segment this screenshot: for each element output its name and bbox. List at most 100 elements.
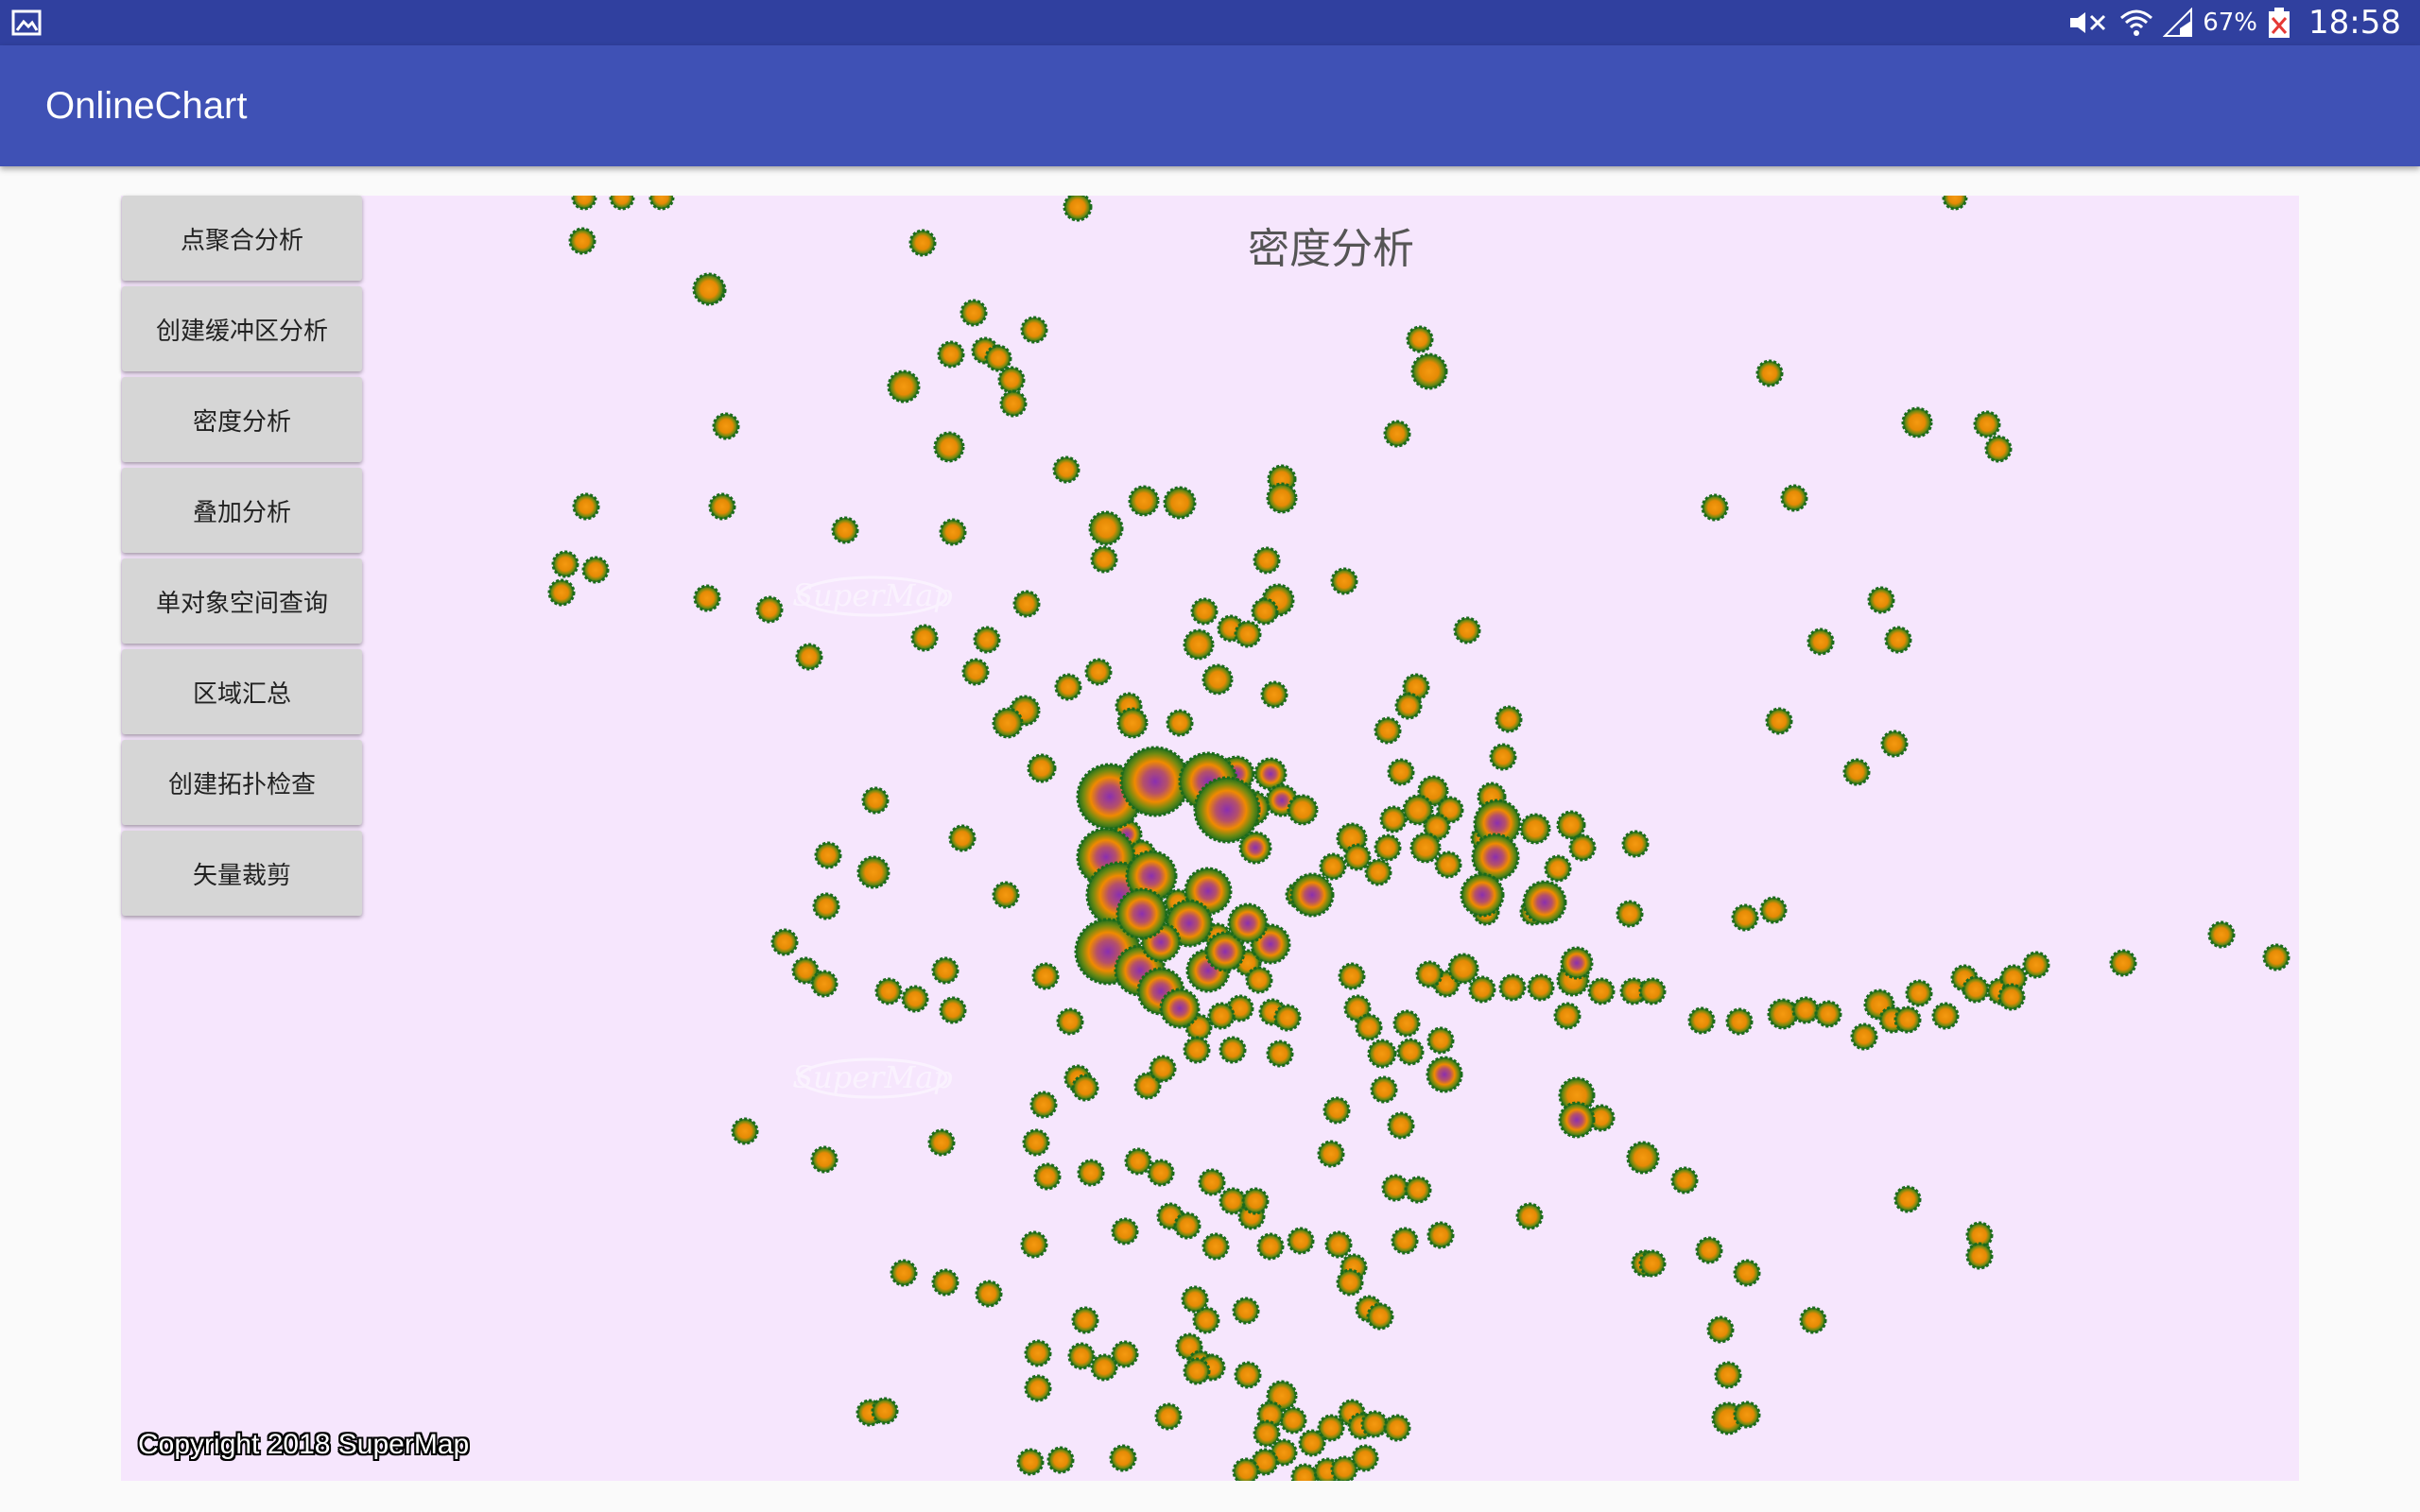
density-point [1558, 1101, 1596, 1139]
density-point [1733, 1259, 1761, 1287]
density-point [1759, 896, 1788, 924]
density-point [1409, 832, 1442, 864]
density-point [693, 584, 721, 612]
density-point [1336, 1268, 1364, 1297]
density-point [1850, 1022, 1878, 1051]
density-point [609, 196, 635, 211]
spatial-query-button[interactable]: 单对象空间查询 [122, 558, 362, 644]
app-title: OnlineChart [45, 85, 248, 127]
density-point [1251, 597, 1279, 626]
density-point [997, 366, 1026, 394]
wifi-icon [2119, 7, 2153, 39]
density-point [1905, 979, 1933, 1007]
density-point [1207, 1002, 1236, 1030]
vector-clip-button[interactable]: 矢量裁剪 [122, 831, 362, 916]
density-point [581, 556, 610, 584]
density-point [795, 643, 823, 671]
density-point [1495, 705, 1523, 733]
density-point [887, 369, 921, 404]
density-point [1383, 420, 1411, 448]
density-point [1842, 758, 1871, 786]
density-point [1183, 628, 1215, 661]
density-point [908, 229, 937, 257]
density-point [1731, 903, 1759, 932]
density-point [1338, 962, 1366, 990]
density-point [1374, 716, 1402, 745]
svg-text:SuperMap: SuperMap [792, 1059, 953, 1095]
topology-check-button[interactable]: 创建拓扑检查 [122, 740, 362, 825]
density-map[interactable]: SuperMap SuperMap 密度分析 Copyright 2018 Su… [121, 196, 2299, 1481]
battery-percent: 67% [2203, 9, 2258, 37]
density-point [1234, 620, 1262, 648]
supermap-watermark-1: SuperMap [792, 576, 953, 617]
density-point [1266, 482, 1298, 514]
density-point [1109, 1444, 1137, 1472]
density-point [1367, 1039, 1397, 1069]
density-point [1366, 1302, 1394, 1331]
density-point [1029, 1091, 1058, 1119]
density-point [1077, 1159, 1105, 1187]
density-point [1289, 872, 1335, 918]
area-summary-button[interactable]: 区域汇总 [122, 649, 362, 734]
density-point [910, 624, 939, 652]
density-point [648, 196, 675, 211]
density-point [871, 1397, 899, 1425]
density-point [1626, 1141, 1660, 1175]
density-point [1942, 196, 1968, 211]
density-point [1201, 1232, 1230, 1261]
density-point [1119, 746, 1191, 817]
density-point [1022, 1128, 1050, 1157]
density-point [1621, 830, 1650, 858]
density-point [1287, 1227, 1315, 1255]
supermap-watermark-2: SuperMap [792, 1057, 953, 1099]
density-point [1298, 1429, 1326, 1457]
cluster-analysis-button[interactable]: 点聚合分析 [122, 196, 362, 281]
buffer-analysis-button[interactable]: 创建缓冲区分析 [122, 286, 362, 371]
density-point [1587, 977, 1616, 1005]
density-point [2109, 949, 2137, 977]
density-point [1154, 1402, 1183, 1431]
density-point [1394, 692, 1423, 720]
density-point [1901, 406, 1933, 438]
density-point [1166, 709, 1194, 737]
density-point [1279, 1406, 1307, 1435]
density-point [1687, 1006, 1716, 1035]
density-point [1234, 1361, 1262, 1389]
density-point [1434, 850, 1462, 879]
density-point [959, 299, 988, 327]
density-point [1241, 1187, 1270, 1215]
density-point [1695, 1236, 1723, 1264]
density-point [1489, 743, 1517, 771]
density-point [1149, 1055, 1177, 1083]
density-point [1071, 1074, 1099, 1102]
density-point [1415, 960, 1443, 988]
density-analysis-button[interactable]: 密度分析 [122, 377, 362, 462]
density-points-layer: SuperMap SuperMap [547, 196, 2290, 1481]
density-point [1024, 1339, 1052, 1367]
density-point [1426, 1221, 1455, 1249]
density-point [1033, 1162, 1062, 1191]
density-point [551, 550, 579, 578]
density-point [1031, 962, 1060, 990]
density-point [1330, 567, 1358, 595]
density-point [1780, 484, 1808, 512]
density-point [856, 855, 890, 889]
density-point [1965, 1242, 1994, 1270]
density-point [1317, 1140, 1345, 1168]
density-point [1238, 831, 1272, 865]
density-point [1232, 1297, 1260, 1325]
app-bar: OnlineChart [0, 45, 2420, 166]
density-point [1090, 545, 1118, 574]
overlay-analysis-button[interactable]: 叠加分析 [122, 468, 362, 553]
density-point [931, 956, 959, 985]
density-point [1067, 1342, 1096, 1370]
density-point [1020, 1230, 1048, 1259]
density-point [939, 518, 967, 546]
density-point [1016, 1448, 1045, 1476]
density-point [831, 516, 859, 544]
density-point [547, 578, 576, 607]
density-point [1124, 1147, 1152, 1176]
density-point [1128, 485, 1160, 517]
density-point [1893, 1185, 1922, 1213]
density-point [568, 227, 596, 255]
